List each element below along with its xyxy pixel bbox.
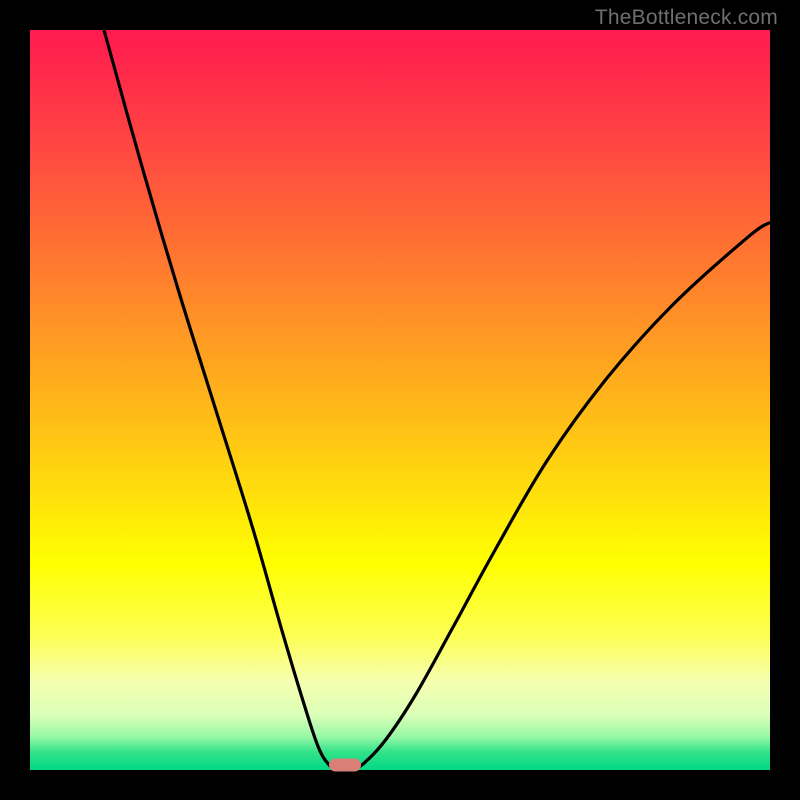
curve-left-branch xyxy=(104,30,337,770)
chart-frame: TheBottleneck.com xyxy=(0,0,800,800)
bottleneck-marker xyxy=(329,759,361,772)
chart-plot-area xyxy=(30,30,770,770)
watermark-text: TheBottleneck.com xyxy=(595,6,778,30)
chart-curve-svg xyxy=(30,30,770,770)
curve-right-branch xyxy=(352,222,770,770)
